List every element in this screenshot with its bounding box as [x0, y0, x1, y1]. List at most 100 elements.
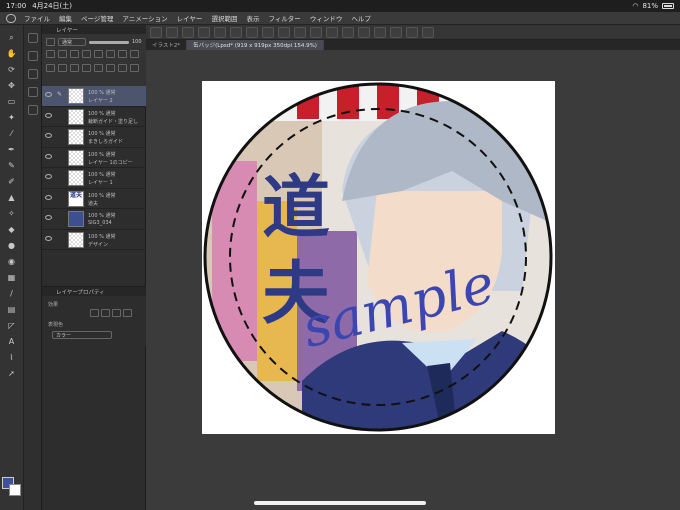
magic-wand-icon[interactable]: ✦: [6, 113, 17, 123]
app-menu-icon[interactable]: [6, 13, 16, 23]
fill-icon[interactable]: [294, 26, 306, 38]
subtool-5-icon[interactable]: [28, 105, 38, 115]
symmetry-ruler-icon[interactable]: [406, 26, 418, 38]
gradient-icon[interactable]: ▦: [6, 273, 17, 283]
subtool-1-icon[interactable]: [28, 33, 38, 43]
color-swatches[interactable]: [2, 477, 22, 503]
crop-icon[interactable]: [310, 26, 322, 38]
blend-icon[interactable]: ●: [6, 241, 17, 251]
menu-view[interactable]: 表示: [246, 13, 259, 23]
layer-row[interactable]: 100 % 通常 デザイン: [42, 230, 146, 250]
clear-icon[interactable]: [278, 26, 290, 38]
draft-icon[interactable]: [70, 50, 79, 58]
canvas-paper[interactable]: 道 夫 sample: [202, 81, 555, 434]
snap-icon[interactable]: [422, 26, 434, 38]
airbrush-icon[interactable]: ▲: [6, 193, 17, 203]
menu-layer[interactable]: レイヤー: [177, 13, 203, 23]
layer-color-icon[interactable]: [46, 38, 55, 46]
visibility-eye-icon[interactable]: [45, 153, 52, 159]
hand-icon[interactable]: ✋: [6, 49, 17, 59]
transfer-down-icon[interactable]: [82, 64, 91, 72]
extract-line-icon[interactable]: [123, 309, 132, 317]
border-effect-icon[interactable]: [90, 309, 99, 317]
canvas-area[interactable]: 道 夫 sample: [146, 50, 680, 510]
merge-down-icon[interactable]: [94, 64, 103, 72]
zoom-icon[interactable]: ⌕: [6, 33, 17, 43]
eraser-icon[interactable]: ◆: [6, 225, 17, 235]
new-vector-layer-icon[interactable]: [58, 64, 67, 72]
save-icon[interactable]: [198, 26, 210, 38]
layer-mask-icon[interactable]: [106, 64, 115, 72]
menu-window[interactable]: ウィンドウ: [310, 13, 343, 23]
brush-icon[interactable]: ✐: [6, 177, 17, 187]
hamburger-icon[interactable]: [150, 26, 162, 38]
new-folder-icon[interactable]: [70, 64, 79, 72]
layer-row[interactable]: 100 % 通常 まきしろガイド: [42, 127, 146, 148]
delete-layer-icon[interactable]: [130, 64, 139, 72]
apply-mask-icon[interactable]: [118, 64, 127, 72]
layer-row[interactable]: 100 % 通常 裁断ガイド・塗り足し: [42, 107, 146, 127]
visibility-eye-icon[interactable]: [45, 235, 52, 241]
text-tool-icon[interactable]: A: [6, 337, 17, 347]
undo-icon[interactable]: [230, 26, 242, 38]
panel-menu-icon[interactable]: [130, 50, 139, 58]
subtool-4-icon[interactable]: [28, 87, 38, 97]
pencil-icon[interactable]: ✎: [6, 161, 17, 171]
menu-filter[interactable]: フィルター: [268, 13, 300, 23]
reference-icon[interactable]: [58, 50, 67, 58]
menu-edit[interactable]: 編集: [59, 13, 72, 23]
menu-selection[interactable]: 選択範囲: [211, 13, 237, 23]
rotate-icon[interactable]: ⟳: [6, 65, 17, 75]
subtool-3-icon[interactable]: [28, 69, 38, 79]
expression-color-select[interactable]: カラー: [52, 331, 112, 339]
menu-file[interactable]: ファイル: [24, 13, 50, 23]
mask-icon[interactable]: [106, 50, 115, 58]
frame-icon[interactable]: ▤: [6, 305, 17, 315]
redo-icon[interactable]: [246, 26, 258, 38]
tab-badge[interactable]: 缶バッジ(Lpsd* (919 x 919px 350dpi 154.9%): [187, 40, 324, 50]
subtool-2-icon[interactable]: [28, 51, 38, 61]
clip-icon[interactable]: [46, 50, 55, 58]
background-color[interactable]: [9, 484, 21, 496]
lock-alpha-icon[interactable]: [94, 50, 103, 58]
open-file-icon[interactable]: [182, 26, 194, 38]
correction-icon[interactable]: ➚: [6, 369, 17, 379]
loading-icon[interactable]: [262, 26, 274, 38]
perspective-ruler-icon[interactable]: [390, 26, 402, 38]
visibility-eye-icon[interactable]: [45, 133, 52, 138]
figure-icon[interactable]: /: [6, 289, 17, 299]
ruler-layer-icon[interactable]: [118, 50, 127, 58]
layer-row[interactable]: 100 % 通常 レイヤー 1: [42, 168, 146, 189]
opacity-slider[interactable]: [89, 40, 129, 44]
menu-help[interactable]: ヘルプ: [351, 13, 371, 23]
transform-icon[interactable]: [326, 26, 338, 38]
lock-icon[interactable]: [82, 50, 91, 58]
visibility-eye-icon[interactable]: [45, 215, 52, 220]
menu-page[interactable]: ページ管理: [81, 13, 113, 23]
selection-icon[interactable]: ▭: [6, 97, 17, 107]
deselect-icon[interactable]: [342, 26, 354, 38]
visibility-eye-icon[interactable]: [45, 174, 52, 179]
balloon-icon[interactable]: ⌇: [6, 353, 17, 363]
fill-tool-icon[interactable]: ◉: [6, 257, 17, 267]
new-file-icon[interactable]: [166, 26, 178, 38]
blend-mode-select[interactable]: 通常: [58, 38, 86, 46]
layer-row[interactable]: 100 % 通常 レイヤー 1のコピー: [42, 148, 146, 168]
tab-illustration2[interactable]: イラスト2*: [146, 40, 188, 50]
pen-icon[interactable]: ✒: [6, 145, 17, 155]
tone-effect-icon[interactable]: [101, 309, 110, 317]
decoration-icon[interactable]: ✧: [6, 209, 17, 219]
eyedropper-icon[interactable]: ⁄: [6, 129, 17, 139]
visibility-eye-icon[interactable]: [45, 194, 52, 200]
move-icon[interactable]: ✥: [6, 81, 17, 91]
ruler-icon[interactable]: [374, 26, 386, 38]
ruler-tool-icon[interactable]: ◸: [6, 321, 17, 331]
menu-animation[interactable]: アニメーション: [122, 13, 167, 23]
invert-selection-icon[interactable]: [358, 26, 370, 38]
layer-color-effect-icon[interactable]: [112, 309, 121, 317]
settings-icon[interactable]: [214, 26, 226, 38]
layer-row[interactable]: 100 % 通常 SIG3_034: [42, 209, 146, 230]
layer-row[interactable]: ✎ 100 % 通常 レイヤー 2: [42, 86, 146, 107]
new-raster-layer-icon[interactable]: [46, 64, 55, 72]
layer-row[interactable]: 道夫 100 % 通常 道夫: [42, 189, 146, 209]
